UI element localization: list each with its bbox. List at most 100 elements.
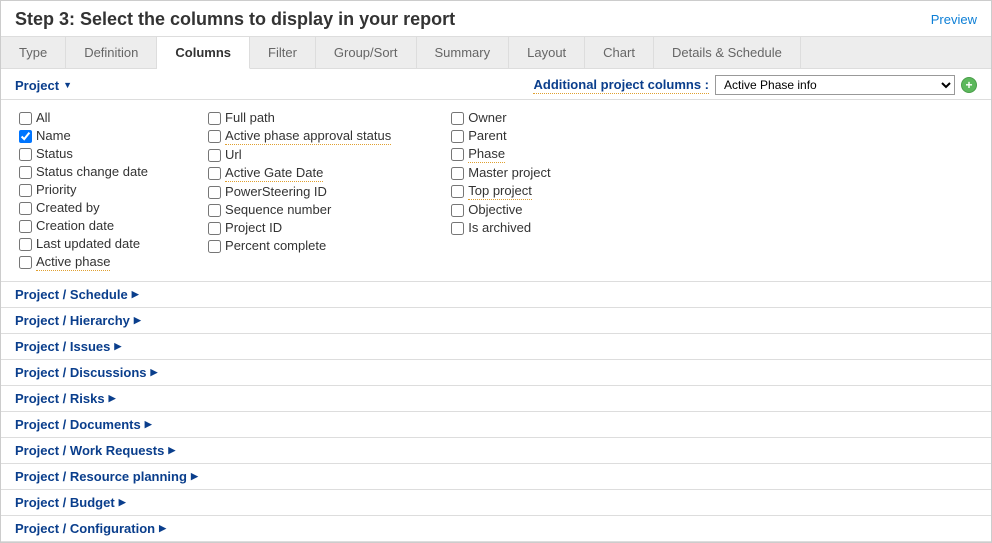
preview-link[interactable]: Preview xyxy=(931,12,977,27)
checkbox-active-phase-approval-status[interactable] xyxy=(208,130,221,143)
chevron-right-icon: ▶ xyxy=(159,523,166,534)
checkbox-created-by[interactable] xyxy=(19,202,32,215)
check-item: Owner xyxy=(451,110,550,126)
chevron-right-icon: ▶ xyxy=(132,289,139,300)
check-item: PowerSteering ID xyxy=(208,184,391,200)
checkbox-label[interactable]: Project ID xyxy=(225,220,282,236)
checkbox-label[interactable]: Active Gate Date xyxy=(225,165,323,182)
checkbox-label[interactable]: Sequence number xyxy=(225,202,331,218)
section-label: Project / Hierarchy xyxy=(15,313,130,328)
checkbox-is-archived[interactable] xyxy=(451,222,464,235)
tabs: TypeDefinitionColumnsFilterGroup/SortSum… xyxy=(1,36,991,69)
checkbox-label[interactable]: Objective xyxy=(468,202,522,218)
section-project-documents[interactable]: Project / Documents ▶ xyxy=(1,411,991,437)
check-item: Objective xyxy=(451,202,550,218)
check-item: Percent complete xyxy=(208,238,391,254)
checkbox-label[interactable]: Status change date xyxy=(36,164,148,180)
add-column-button[interactable]: + xyxy=(961,77,977,93)
section-project-issues[interactable]: Project / Issues▶ xyxy=(1,333,991,359)
additional-columns-group: Additional project columns : Active Phas… xyxy=(533,75,977,95)
project-dropdown-label: Project xyxy=(15,78,59,93)
check-item: Name xyxy=(19,128,148,144)
check-item: Created by xyxy=(19,200,148,216)
check-item: Full path xyxy=(208,110,391,126)
section-project-work-requests[interactable]: Project / Work Requests▶ xyxy=(1,437,991,463)
checkbox-all[interactable] xyxy=(19,112,32,125)
section-label: Project / Schedule xyxy=(15,287,128,302)
section-label: Project / Documents xyxy=(15,417,141,432)
checkbox-url[interactable] xyxy=(208,149,221,162)
section-project-configuration[interactable]: Project / Configuration▶ xyxy=(1,515,991,542)
check-item: Url xyxy=(208,147,391,163)
chevron-right-icon: ▶ xyxy=(119,497,126,508)
project-dropdown[interactable]: Project ▼ xyxy=(15,78,72,93)
checkbox-label[interactable]: Last updated date xyxy=(36,236,140,252)
check-item: Project ID xyxy=(208,220,391,236)
section-project-discussions[interactable]: Project / Discussions▶ xyxy=(1,359,991,385)
chevron-right-icon: ▶ xyxy=(168,445,175,456)
checkbox-label[interactable]: Creation date xyxy=(36,218,114,234)
chevron-right-icon: ▶ xyxy=(134,315,141,326)
columns-area: All Name Status Status change date Priority C… xyxy=(1,100,991,281)
section-label: Project / Budget xyxy=(15,495,115,510)
additional-columns-select[interactable]: Active Phase info xyxy=(715,75,955,95)
header: Step 3: Select the columns to display in… xyxy=(1,1,991,36)
checkbox-label[interactable]: Top project xyxy=(468,183,532,200)
checkbox-label[interactable]: Parent xyxy=(468,128,506,144)
checkbox-label[interactable]: Created by xyxy=(36,200,100,216)
tab-summary[interactable]: Summary xyxy=(417,37,510,68)
check-item: Status change date xyxy=(19,164,148,180)
checkbox-percent-complete[interactable] xyxy=(208,240,221,253)
checkbox-sequence-number[interactable] xyxy=(208,204,221,217)
checkbox-label[interactable]: PowerSteering ID xyxy=(225,184,327,200)
checkbox-label[interactable]: Phase xyxy=(468,146,505,163)
checkbox-project-id[interactable] xyxy=(208,222,221,235)
checkbox-creation-date[interactable] xyxy=(19,220,32,233)
tab-filter[interactable]: Filter xyxy=(250,37,316,68)
section-project-budget[interactable]: Project / Budget ▶ xyxy=(1,489,991,515)
checkbox-label[interactable]: Is archived xyxy=(468,220,531,236)
check-item: Active phase xyxy=(19,254,148,271)
checkbox-last-updated-date[interactable] xyxy=(19,238,32,251)
tab-chart[interactable]: Chart xyxy=(585,37,654,68)
tab-definition[interactable]: Definition xyxy=(66,37,157,68)
checkbox-full-path[interactable] xyxy=(208,112,221,125)
checkbox-label[interactable]: Full path xyxy=(225,110,275,126)
checkbox-active-phase[interactable] xyxy=(19,256,32,269)
section-project-resource-planning[interactable]: Project / Resource planning▶ xyxy=(1,463,991,489)
checkbox-priority[interactable] xyxy=(19,184,32,197)
checkbox-master-project[interactable] xyxy=(451,167,464,180)
checkbox-label[interactable]: Percent complete xyxy=(225,238,326,254)
checkbox-label[interactable]: Name xyxy=(36,128,71,144)
checkbox-phase[interactable] xyxy=(451,148,464,161)
checkbox-label[interactable]: Url xyxy=(225,147,242,163)
tab-type[interactable]: Type xyxy=(1,37,66,68)
checkbox-label[interactable]: Priority xyxy=(36,182,76,198)
check-item: Creation date xyxy=(19,218,148,234)
checkbox-top-project[interactable] xyxy=(451,185,464,198)
checkbox-active-gate-date[interactable] xyxy=(208,167,221,180)
section-project-schedule[interactable]: Project / Schedule ▶ xyxy=(1,281,991,307)
checkbox-powersteering-id[interactable] xyxy=(208,186,221,199)
checkbox-label[interactable]: Status xyxy=(36,146,73,162)
check-item: Last updated date xyxy=(19,236,148,252)
checkbox-label[interactable]: All xyxy=(36,110,50,126)
checkbox-owner[interactable] xyxy=(451,112,464,125)
checkbox-parent[interactable] xyxy=(451,130,464,143)
tab-columns[interactable]: Columns xyxy=(157,37,250,69)
checkbox-label[interactable]: Active phase approval status xyxy=(225,128,391,145)
section-project-hierarchy[interactable]: Project / Hierarchy ▶ xyxy=(1,307,991,333)
section-project-risks[interactable]: Project / Risks▶ xyxy=(1,385,991,411)
tab-layout[interactable]: Layout xyxy=(509,37,585,68)
tab-details-schedule[interactable]: Details & Schedule xyxy=(654,37,801,68)
chevron-right-icon: ▶ xyxy=(145,419,152,430)
checkbox-status[interactable] xyxy=(19,148,32,161)
checkbox-label[interactable]: Master project xyxy=(468,165,550,181)
checkbox-label[interactable]: Owner xyxy=(468,110,506,126)
checkbox-objective[interactable] xyxy=(451,204,464,217)
tab-group-sort[interactable]: Group/Sort xyxy=(316,37,417,68)
section-label: Project / Resource planning xyxy=(15,469,187,484)
checkbox-name[interactable] xyxy=(19,130,32,143)
checkbox-status-change-date[interactable] xyxy=(19,166,32,179)
checkbox-label[interactable]: Active phase xyxy=(36,254,110,271)
